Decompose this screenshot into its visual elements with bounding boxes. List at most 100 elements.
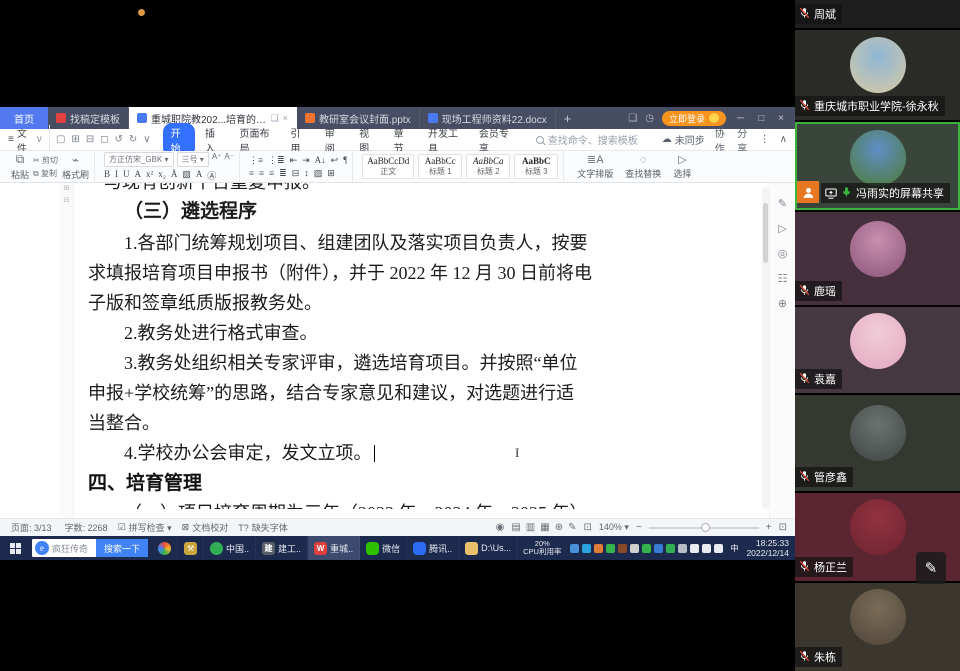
shading-icon[interactable]: ▨	[314, 168, 323, 179]
style-preset[interactable]: AaBbCcDd 正文	[362, 154, 414, 179]
numbering-icon[interactable]: ⋮≣	[268, 155, 285, 166]
participant-tile[interactable]: 管彦鑫	[795, 395, 960, 491]
align-left-icon[interactable]: ≡	[249, 168, 254, 179]
document-page[interactable]: 与现有创新平台重复申报。（三）遴选程序1.各部门统筹规划项目、组建团队及落实项目…	[74, 183, 761, 518]
italic-icon[interactable]: I	[115, 169, 118, 182]
distribute-icon[interactable]: ⊟	[292, 168, 300, 179]
subscript-icon[interactable]: x₂	[158, 169, 166, 182]
paste-button[interactable]: ⧉ 粘贴	[11, 152, 29, 181]
taskbar-search-box[interactable]: e 疯狂传奇 搜索一下	[32, 539, 148, 557]
text-typeset-button[interactable]: ≣A 文字排版	[573, 153, 617, 180]
document-tab[interactable]: 找稿定模板 ❏ ×	[48, 107, 129, 129]
start-button[interactable]	[0, 536, 30, 560]
page-view-icon[interactable]: ▤	[511, 522, 520, 533]
tray-icon[interactable]	[594, 544, 603, 553]
participant-tile[interactable]: 冯雨实的屏幕共享	[795, 122, 960, 210]
zoom-slider[interactable]	[649, 527, 759, 529]
statusbar-item[interactable]: 字数: 2268	[62, 521, 108, 534]
file-menu-button[interactable]: ≡ 文件 ∨	[8, 125, 50, 155]
tray-icon[interactable]	[582, 544, 591, 553]
more-menu-icon[interactable]: ⋮	[760, 134, 770, 145]
style-preset[interactable]: AaBbC 标题 3	[514, 154, 558, 179]
pointer-icon[interactable]: ▷	[778, 222, 786, 235]
tray-icon[interactable]	[642, 544, 651, 553]
tray-icon[interactable]	[690, 544, 699, 553]
participant-tile[interactable]: 重庆城市职业学院-徐永秋	[795, 30, 960, 120]
statusbar-item[interactable]: ☑拼写检查 ▾	[118, 521, 172, 534]
undo-icon[interactable]: ↺	[115, 134, 123, 145]
web-view-icon[interactable]: ⊕	[555, 522, 563, 533]
taskbar-app[interactable]: 腾讯..	[407, 536, 459, 560]
new-file-icon[interactable]: ▢	[56, 134, 65, 145]
minimize-button[interactable]: ─	[734, 113, 747, 124]
outline-view-icon[interactable]: ▥	[526, 522, 535, 533]
tray-icon[interactable]	[714, 544, 723, 553]
font-name-select[interactable]: 方正仿宋_GBK ▾	[104, 152, 174, 167]
settings-gear-icon[interactable]: ⊕	[778, 297, 787, 310]
taskbar-app[interactable]	[152, 536, 178, 560]
taskbar-app[interactable]: 中国..	[204, 536, 256, 560]
annotation-pen-button[interactable]: ✎	[916, 552, 946, 584]
shrink-font-button[interactable]: A⁻	[224, 152, 234, 167]
tray-icon[interactable]	[654, 544, 663, 553]
open-file-icon[interactable]: ⊞	[71, 134, 79, 145]
grow-font-button[interactable]: A⁺	[212, 152, 222, 167]
taskbar-app[interactable]: 微信	[360, 536, 407, 560]
share-button[interactable]: 分享	[737, 125, 749, 155]
phonetic-icon[interactable]: Å	[171, 169, 178, 182]
more-icon[interactable]: ∨	[143, 134, 150, 145]
font-size-select[interactable]: 三号 ▾	[177, 152, 209, 167]
font-color-icon[interactable]: A	[134, 169, 141, 182]
taskbar-app[interactable]: W 重城..	[308, 536, 360, 560]
find-replace-button[interactable]: ◌ 查找替换	[621, 154, 665, 180]
fullscreen-icon[interactable]: ⊡	[779, 522, 787, 533]
taskbar-app[interactable]: 建 建工..	[256, 536, 308, 560]
tab-list-icon[interactable]: ❏	[628, 113, 637, 124]
tray-icon[interactable]	[570, 544, 579, 553]
format-painter-button[interactable]: ⌁ 格式刷	[62, 153, 89, 181]
edit-view-icon[interactable]: ✎	[568, 522, 576, 533]
statusbar-item[interactable]: T?缺失字体	[238, 521, 288, 534]
justify-icon[interactable]: ≣	[279, 168, 287, 179]
preview-icon[interactable]: ◻	[100, 134, 108, 145]
close-button[interactable]: ×	[775, 113, 787, 124]
participant-tile[interactable]: 朱栋	[795, 583, 960, 671]
maximize-button[interactable]: □	[755, 113, 767, 124]
tray-icon[interactable]	[618, 544, 627, 553]
tray-icon[interactable]	[702, 544, 711, 553]
edit-pencil-icon[interactable]: ✎	[778, 197, 787, 210]
scrollbar-thumb[interactable]	[763, 203, 768, 263]
tray-icon[interactable]	[630, 544, 639, 553]
select-button[interactable]: ▷ 选择	[669, 153, 695, 180]
zoom-slider-knob[interactable]	[701, 523, 710, 532]
align-right-icon[interactable]: ≡	[269, 168, 274, 179]
taskbar-app[interactable]: ⚒	[178, 536, 204, 560]
zoom-in-button[interactable]: +	[766, 522, 772, 533]
line-spacing-icon[interactable]: ↕	[304, 168, 309, 179]
taskbar-search-button[interactable]: 搜索一下	[96, 539, 148, 557]
tab-close-icon[interactable]: ×	[283, 113, 288, 123]
bullets-icon[interactable]: ⋮≡	[249, 155, 263, 166]
bold-icon[interactable]: B	[104, 169, 110, 182]
participant-tile[interactable]: 鹿瑶	[795, 212, 960, 305]
participant-tile[interactable]: 周斌	[795, 0, 960, 28]
bell-icon[interactable]: ◷	[645, 113, 654, 124]
indent-right-icon[interactable]: ⇥	[302, 155, 310, 166]
statusbar-item[interactable]: 页面: 3/13	[8, 521, 52, 534]
participant-tile[interactable]: 袁嘉	[795, 307, 960, 393]
superscript-icon[interactable]: x²	[146, 169, 153, 182]
fit-page-icon[interactable]: ⊡	[583, 522, 591, 533]
collapse-ribbon-icon[interactable]: ∧	[780, 134, 787, 145]
statusbar-item[interactable]: ⊠文档校对	[182, 521, 229, 534]
collaborate-button[interactable]: 协作	[715, 125, 727, 155]
taskbar-clock[interactable]: 18:25:33 2022/12/14	[742, 538, 795, 558]
eye-protect-icon[interactable]: ◉	[496, 522, 505, 533]
new-tab-button[interactable]: +	[556, 107, 580, 129]
ime-indicator[interactable]: 中	[730, 543, 738, 554]
zoom-value[interactable]: 140% ▾	[599, 522, 629, 533]
comment-icon[interactable]: ☷	[778, 272, 788, 285]
char-color-icon[interactable]: A	[196, 169, 203, 182]
copy-button[interactable]: ⧉ 复制	[33, 168, 58, 179]
book-view-icon[interactable]: ▦	[540, 522, 549, 533]
document-scrollbar[interactable]	[762, 187, 769, 509]
